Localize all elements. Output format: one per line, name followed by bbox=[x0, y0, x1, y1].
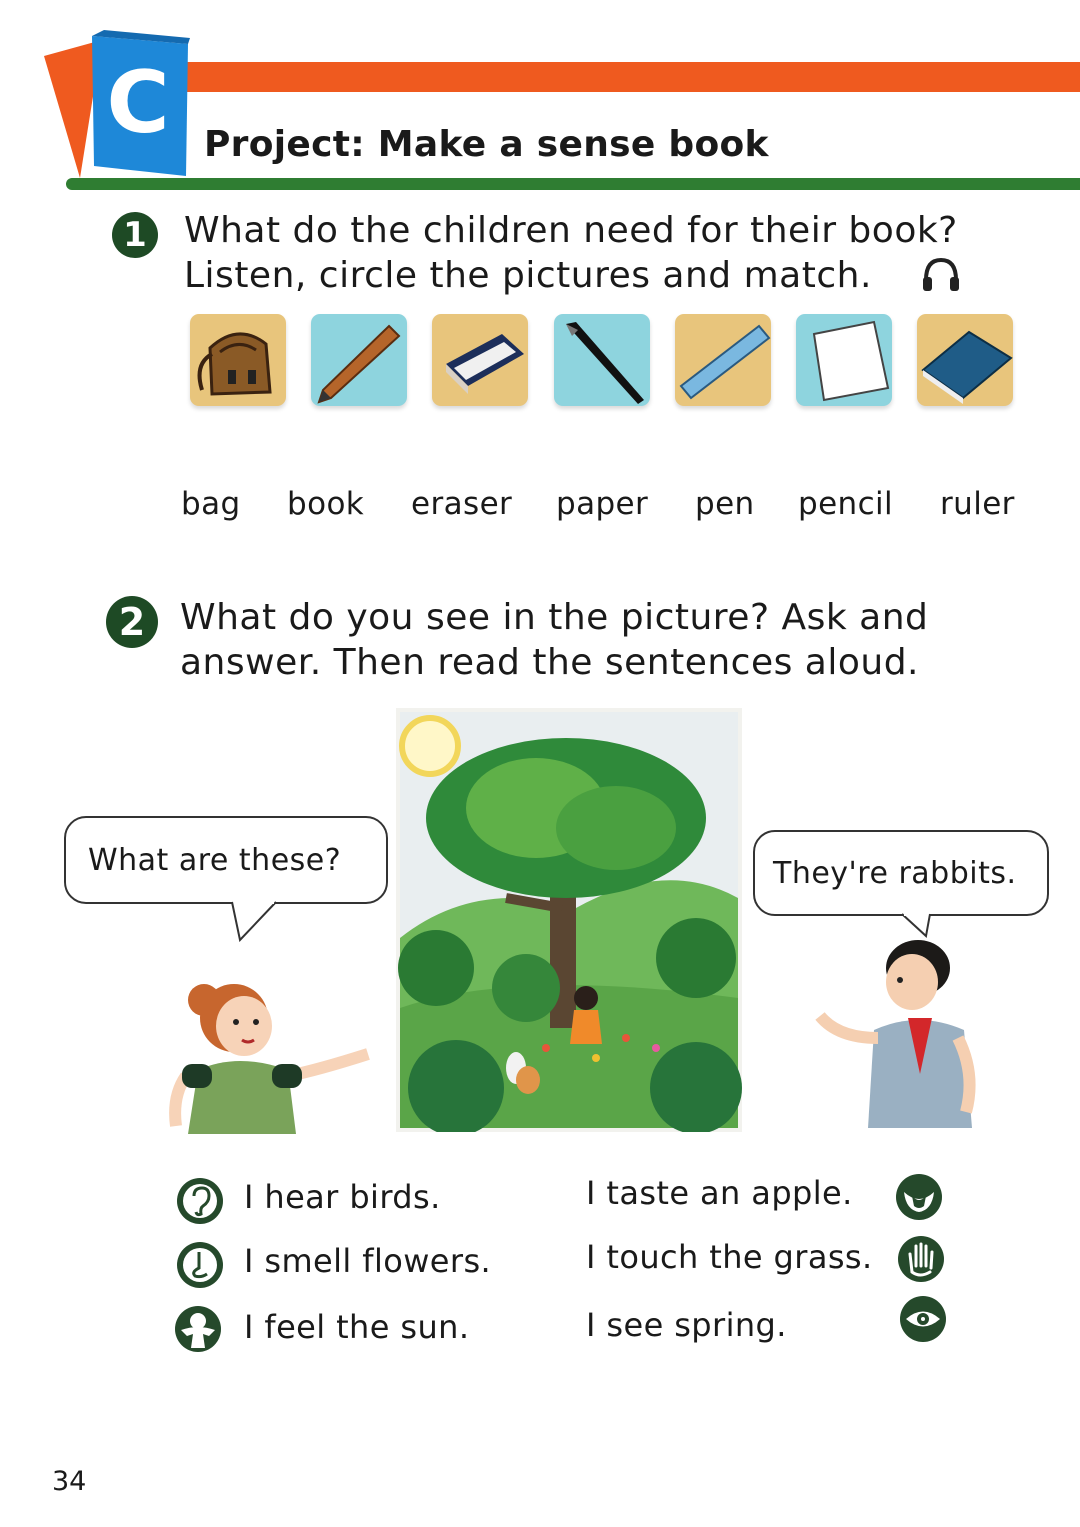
sentence-smell-flowers: I smell flowers. bbox=[244, 1242, 492, 1280]
ruler-icon bbox=[679, 324, 771, 400]
ear-icon bbox=[177, 1178, 223, 1224]
pencil-icon bbox=[317, 324, 401, 404]
sentence-see-spring: I see spring. bbox=[586, 1306, 787, 1344]
eraser-icon bbox=[446, 334, 524, 394]
picture-pencil[interactable] bbox=[311, 314, 407, 406]
nose-icon bbox=[177, 1242, 223, 1288]
word-book[interactable]: book bbox=[287, 486, 364, 522]
word-pencil[interactable]: pencil bbox=[798, 486, 893, 522]
section-c-tile: C bbox=[44, 30, 190, 178]
boy-illustration bbox=[815, 940, 976, 1128]
speech-bubble-left: What are these? bbox=[64, 816, 388, 904]
exercise-1-instruction-line1: What do the children need for their book… bbox=[184, 210, 958, 251]
section-letter: C bbox=[106, 53, 169, 153]
header-green-bar bbox=[66, 178, 1080, 190]
picture-book[interactable] bbox=[917, 314, 1013, 406]
sentence-feel-sun: I feel the sun. bbox=[244, 1308, 470, 1346]
girl-illustration bbox=[169, 984, 370, 1134]
exercise-2-number: 2 bbox=[106, 596, 158, 648]
picture-bag[interactable] bbox=[190, 314, 286, 406]
exercise-2-instruction-line1: What do you see in the picture? Ask and bbox=[180, 597, 929, 638]
book-icon bbox=[921, 330, 1013, 404]
speech-bubble-right: They're rabbits. bbox=[753, 830, 1049, 916]
exercise-2-instruction-line2: answer. Then read the sentences aloud. bbox=[180, 642, 919, 683]
page-number: 34 bbox=[52, 1466, 87, 1497]
word-eraser[interactable]: eraser bbox=[411, 486, 512, 522]
sentence-hear-birds: I hear birds. bbox=[244, 1178, 441, 1216]
exercise-1-instruction-line2: Listen, circle the pictures and match. bbox=[184, 255, 872, 296]
bubble-tail-left bbox=[231, 900, 277, 942]
spring-scene-picture bbox=[396, 708, 742, 1132]
hand-icon bbox=[898, 1236, 944, 1282]
sentence-taste-apple: I taste an apple. bbox=[586, 1174, 853, 1212]
header-orange-bar bbox=[180, 62, 1080, 92]
word-paper[interactable]: paper bbox=[556, 486, 648, 522]
eye-icon bbox=[900, 1296, 946, 1342]
bag-icon bbox=[197, 332, 272, 396]
exercise-1-number: 1 bbox=[112, 212, 158, 258]
pen-icon bbox=[566, 322, 644, 404]
picture-eraser[interactable] bbox=[432, 314, 528, 406]
word-pen[interactable]: pen bbox=[695, 486, 755, 522]
picture-ruler[interactable] bbox=[675, 314, 771, 406]
sentence-touch-grass: I touch the grass. bbox=[586, 1238, 873, 1276]
page-title: Project: Make a sense book bbox=[204, 124, 769, 165]
word-bag[interactable]: bag bbox=[181, 486, 241, 522]
word-ruler[interactable]: ruler bbox=[940, 486, 1015, 522]
body-icon bbox=[175, 1306, 221, 1352]
headphones-icon[interactable] bbox=[920, 254, 962, 294]
tongue-icon bbox=[896, 1174, 942, 1220]
paper-icon bbox=[812, 320, 890, 402]
picture-paper[interactable] bbox=[796, 314, 892, 406]
picture-pen[interactable] bbox=[554, 314, 650, 406]
